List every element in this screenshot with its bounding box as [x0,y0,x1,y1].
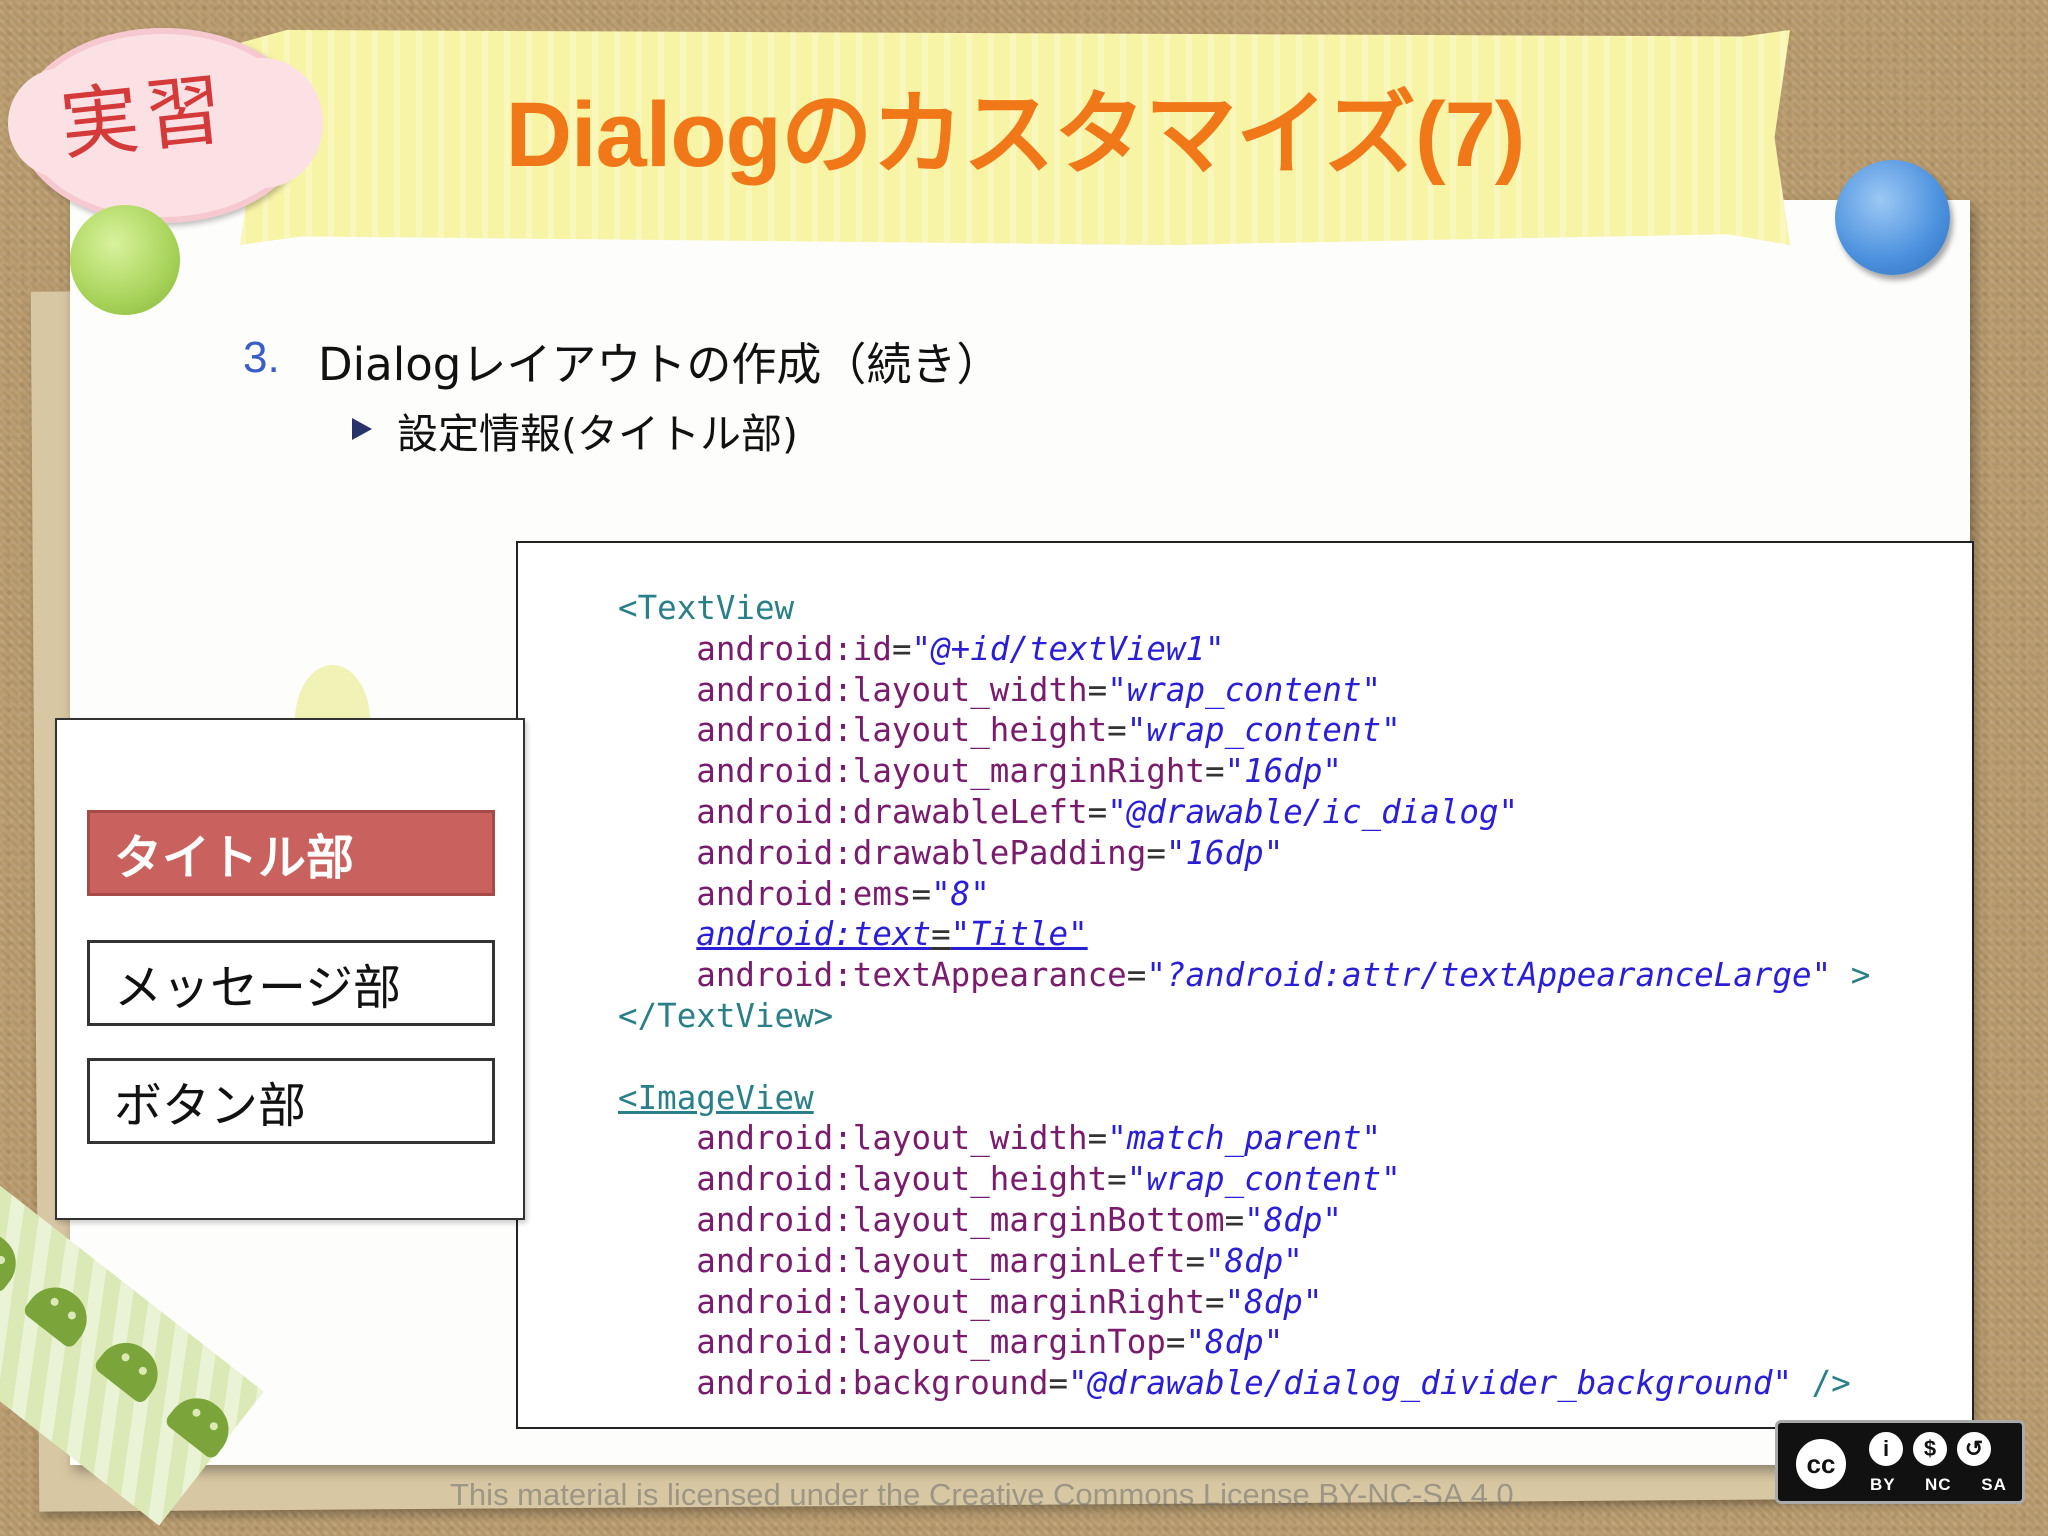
title-part-box: タイトル部 [87,810,495,896]
code-token: "8dp" [1244,1200,1342,1239]
android-icon [21,1275,99,1350]
code-token: "8dp" [1205,1241,1303,1280]
code-line: android:drawablePadding="16dp" [618,833,1870,874]
code-token: "?android:attr/textAppearanceLarge" [1146,956,1832,995]
code-token: = [1146,833,1166,872]
code-token: = [1224,1200,1245,1239]
code-token: /> [1792,1364,1851,1403]
code-token: = [1087,1119,1108,1158]
code-token: android:layout_marginBottom [618,1200,1225,1239]
button-part-box: ボタン部 [87,1058,495,1144]
code-line: android:drawableLeft="@drawable/ic_dialo… [618,792,1870,833]
code-line: android:background="@drawable/dialog_div… [618,1363,1870,1404]
code-token: android:layout_marginRight [618,1282,1205,1321]
code-token: = [1126,956,1147,995]
code-token: "8dp" [1185,1323,1284,1362]
code-token: "8" [931,874,990,913]
code-token: = [911,874,932,913]
code-token: android:layout_width [618,670,1088,709]
code-token: = [1107,711,1127,750]
code-line: android:layout_marginBottom="8dp" [618,1200,1870,1241]
code-token: "8dp" [1224,1282,1323,1321]
code-line: android:ems="8" [618,874,1870,915]
code-token: = [1048,1364,1069,1403]
dialog-layout-diagram: タイトル部 メッセージ部 ボタン部 [55,718,525,1220]
code-token: "@+id/textView1" [911,629,1225,668]
code-token: android:id [618,629,892,668]
code-token: "@drawable/ic_dialog" [1107,792,1519,831]
code-token: android:background [618,1364,1049,1403]
code-line: android:layout_marginLeft="8dp" [618,1241,1870,1282]
code-token: = [931,915,951,954]
attribution-icon: i [1866,1429,1906,1469]
green-pin-icon [70,205,180,315]
code-token: android:drawableLeft [618,792,1088,831]
code-token: = [1205,1282,1225,1321]
code-token: = [1107,1160,1127,1199]
code-token: = [1087,670,1108,709]
triangle-bullet-icon [352,418,372,440]
noncommercial-icon: $ [1910,1429,1950,1469]
subheading-text: 設定情報(タイトル部) [397,410,798,458]
heading-number: 3. [243,333,280,382]
code-token: android:textAppearance [618,956,1127,995]
code-token: "wrap_content" [1107,670,1382,709]
code-token: "16dp" [1165,833,1284,872]
code-token: "match_parent" [1107,1119,1382,1158]
heading-text: Dialogレイアウトの作成（続き） [318,338,1002,391]
code-line: android:id="@+id/textView1" [618,629,1870,670]
code-token: android:layout_width [618,1119,1088,1158]
code-token: android:layout_marginRight [618,752,1205,791]
code-line: android:textAppearance="?android:attr/te… [618,955,1870,996]
code-token: "wrap_content" [1126,1160,1401,1199]
code-token: > [1831,956,1871,995]
code-token: <ImageView [618,1078,814,1117]
code-line: android:text="Title" [618,914,1870,955]
blue-pin-icon [1835,160,1950,275]
android-icon [0,1219,28,1295]
code-token: = [1165,1323,1186,1362]
cc-icon: cc [1792,1435,1850,1493]
code-line: <ImageView [618,1078,1870,1119]
code-token: "16dp" [1224,752,1342,791]
code-token: android:layout_marginLeft [618,1241,1186,1280]
code-token: "Title" [950,915,1088,954]
code-token: = [891,629,912,668]
code-line: android:layout_width="match_parent" [618,1118,1870,1159]
license-text: This material is licensed under the Crea… [450,1477,1523,1512]
cc-license-badge[interactable]: cc i $ ↺ BY NC SA [1775,1420,2025,1504]
code-token: android:ems [618,874,912,913]
code-line: <TextView [618,588,1870,629]
code-token: android:layout_height [618,1160,1108,1199]
code-token: <TextView [618,589,795,627]
code-line: android:layout_width="wrap_content" [618,670,1870,711]
code-line: android:layout_height="wrap_content" [618,710,1870,751]
code-token: "@drawable/dialog_divider_background" [1068,1364,1793,1403]
android-icon [92,1330,170,1406]
code-line: android:layout_marginRight="16dp" [618,751,1870,792]
code-token: android:layout_marginTop [618,1323,1166,1362]
practice-badge-label: 実習 [56,64,233,172]
code-token: android:text [696,915,932,954]
sharealike-icon: ↺ [1954,1429,1994,1469]
code-token: </TextView> [618,996,834,1035]
code-line: android:layout_marginRight="8dp" [618,1282,1870,1323]
code-token: = [1185,1241,1206,1280]
code-token: android:layout_height [618,711,1108,750]
code-token: = [1205,752,1225,791]
code-line: android:layout_marginTop="8dp" [618,1322,1870,1363]
code-token: android:drawablePadding [618,833,1147,872]
message-part-box: メッセージ部 [87,940,495,1026]
cc-labels: BY NC SA [1870,1475,2007,1494]
slide-title: Dialogのカスタマイズ(7) [505,84,1526,186]
code-line: </TextView> [618,996,1870,1037]
xml-code-block: <TextView android:id="@+id/textView1" an… [618,588,1870,1404]
code-token: = [1087,792,1108,831]
code-token: "wrap_content" [1126,711,1401,750]
code-line: android:layout_height="wrap_content" [618,1159,1870,1200]
